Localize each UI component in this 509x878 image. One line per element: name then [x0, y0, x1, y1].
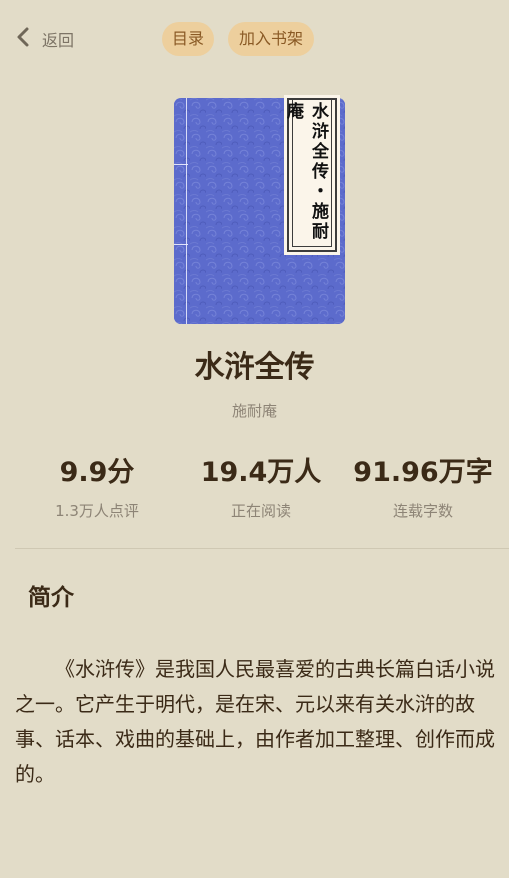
intro-text: 《水浒传》是我国人民最喜爱的古典长篇白话小说之一。它产生于明代，是在宋、元以来有…	[15, 657, 495, 786]
top-bar: 返回 目录 加入书架	[0, 0, 509, 78]
book-author: 施耐庵	[231, 402, 277, 420]
chevron-left-icon	[14, 26, 32, 52]
stat-word-count-value: 91.96万字	[353, 457, 493, 488]
cover-stitch	[174, 244, 188, 245]
stat-rating-label: 1.3万人点评	[55, 502, 139, 520]
cover-title-label: 水浒全传・施耐庵	[283, 95, 340, 255]
cover-title-text: 水浒全传・施耐庵	[283, 100, 332, 247]
section-divider	[15, 548, 509, 549]
cover-stitch	[174, 164, 188, 165]
stat-word-count: 91.96万字 连载字数	[338, 454, 508, 521]
cover-spine-line	[186, 98, 187, 324]
add-to-shelf-button[interactable]: 加入书架	[228, 22, 314, 56]
back-button[interactable]: 返回	[14, 26, 74, 52]
stat-readers-label: 正在阅读	[230, 502, 291, 520]
intro-heading: 简介	[28, 585, 74, 611]
stat-rating: 9.9分 1.3万人点评	[12, 454, 182, 521]
stat-rating-value: 9.9分	[59, 457, 135, 488]
stat-readers-value: 19.4万人	[200, 457, 322, 488]
stat-word-count-label: 连载字数	[392, 502, 453, 520]
book-title: 水浒全传	[194, 350, 315, 385]
back-label: 返回	[42, 31, 75, 50]
stat-readers: 19.4万人 正在阅读	[176, 454, 346, 521]
toc-button[interactable]: 目录	[162, 22, 214, 56]
